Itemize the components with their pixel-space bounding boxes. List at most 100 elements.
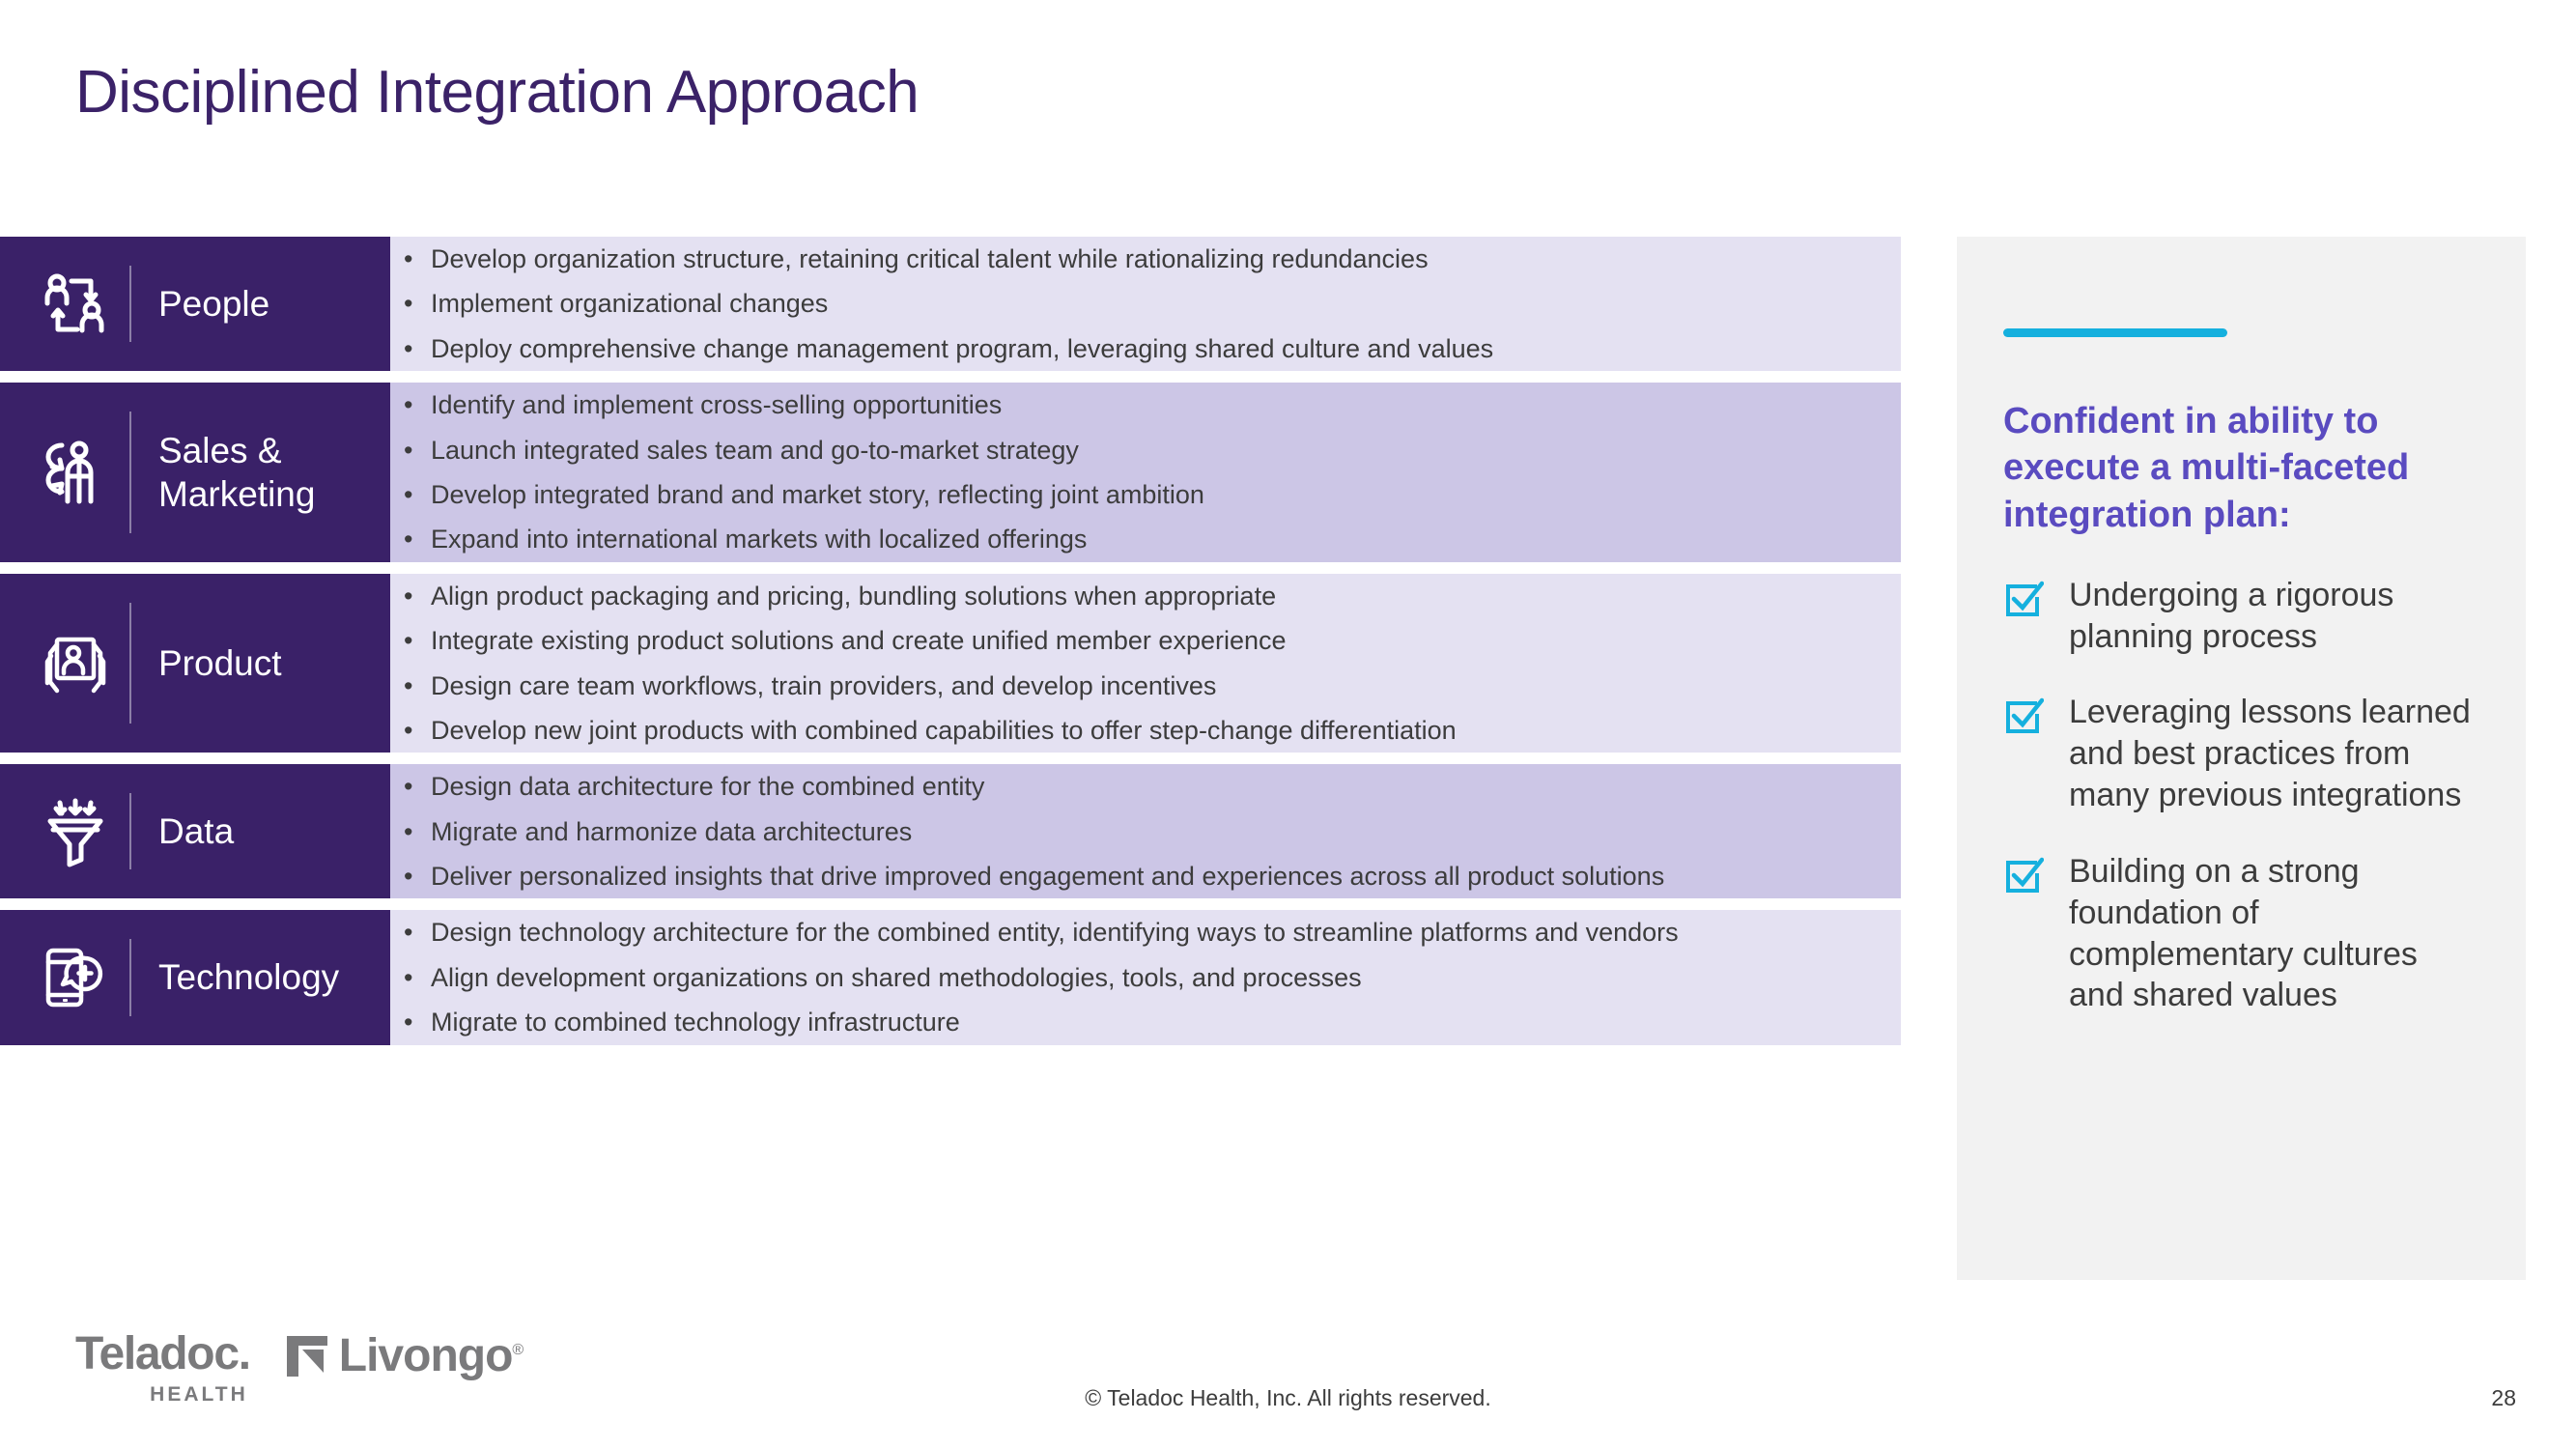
bullet-glyph: •: [404, 962, 413, 992]
list-item: • Develop integrated brand and market st…: [390, 472, 1874, 517]
workstream-label-text: Data: [158, 811, 235, 852]
list-item: • Migrate and harmonize data architectur…: [390, 810, 1874, 854]
list-item: • Migrate to combined technology infrast…: [390, 1000, 1874, 1044]
workstream-label-sales-marketing: Sales & Marketing: [0, 383, 390, 562]
workstream-bullets-sales-marketing: • Identify and implement cross-selling o…: [390, 383, 1901, 562]
sidebar-heading: Confident in ability to execute a multi-…: [2003, 401, 2410, 535]
workstream-bullets-data: • Design data architecture for the combi…: [390, 764, 1901, 899]
bullet-glyph: •: [404, 525, 413, 554]
bullet-text: Integrate existing product solutions and…: [431, 626, 1287, 656]
livongo-logo: Livongo®: [285, 1330, 524, 1381]
check-item-text: Building on a strong foundation of compl…: [2069, 852, 2418, 1014]
teladoc-wordmark: Teladoc.: [75, 1328, 251, 1379]
bullet-text: Develop integrated brand and market stor…: [431, 479, 1204, 509]
livongo-wordmark: Livongo®: [338, 1330, 524, 1381]
bullet-text: Design data architecture for the combine…: [431, 772, 985, 802]
livongo-wordmark-text: Livongo: [338, 1330, 514, 1381]
integration-workstream-list: People • Develop organization structure,…: [0, 237, 1901, 1057]
table-row: Sales & Marketing • Identify and implemen…: [0, 383, 1901, 562]
copyright-notice: © Teladoc Health, Inc. All rights reserv…: [1085, 1385, 1491, 1410]
hands-holding-screen-icon: [21, 627, 129, 700]
workstream-bullets-technology: • Design technology architecture for the…: [390, 910, 1901, 1045]
check-item-text: Leveraging lessons learned and best prac…: [2069, 694, 2471, 814]
bullet-text: Align product packaging and pricing, bun…: [431, 581, 1277, 611]
list-item: • Design data architecture for the combi…: [390, 764, 1874, 809]
workstream-label-text: Technology: [158, 957, 340, 998]
people-exchange-icon: [21, 268, 129, 341]
bullet-text: Migrate to combined technology infrastru…: [431, 1008, 960, 1037]
bullet-glyph: •: [404, 333, 413, 363]
table-row: Product • Align product packaging and pr…: [0, 573, 1901, 753]
bullet-glyph: •: [404, 289, 413, 319]
bullet-text: Align development organizations on share…: [431, 962, 1362, 992]
checkbox-checked-icon: [2003, 692, 2048, 738]
salesperson-dollar-icon: [21, 436, 129, 509]
bullet-glyph: •: [404, 435, 413, 465]
bullet-text: Launch integrated sales team and go-to-m…: [431, 435, 1079, 465]
checkbox-checked-icon: [2003, 575, 2048, 621]
bullet-text: Deliver personalized insights that drive…: [431, 862, 1665, 892]
list-item: • Expand into international markets with…: [390, 517, 1874, 561]
registered-mark-icon: ®: [512, 1342, 524, 1358]
bullet-text: Identify and implement cross-selling opp…: [431, 390, 1003, 420]
list-item: Undergoing a rigorous planning process: [2003, 575, 2479, 658]
bullet-glyph: •: [404, 479, 413, 509]
list-item: Leveraging lessons learned and best prac…: [2003, 692, 2479, 815]
workstream-bullets-product: • Align product packaging and pricing, b…: [390, 573, 1901, 753]
list-item: • Deliver personalized insights that dri…: [390, 854, 1874, 898]
bullet-glyph: •: [404, 816, 413, 846]
bullet-glyph: •: [404, 670, 413, 700]
bullet-text: Implement organizational changes: [431, 289, 829, 319]
bullet-glyph: •: [404, 772, 413, 802]
confidence-callout-panel: Confident in ability to execute a multi-…: [1957, 237, 2526, 1280]
bullet-text: Develop new joint products with combined…: [431, 715, 1457, 745]
accent-bar: [2003, 328, 2227, 337]
table-row: Data • Design data architecture for the …: [0, 764, 1901, 899]
list-item: • Integrate existing product solutions a…: [390, 618, 1874, 663]
bullet-glyph: •: [404, 244, 413, 273]
list-item: • Develop organization structure, retain…: [390, 237, 1874, 281]
bullet-glyph: •: [404, 390, 413, 420]
workstream-label-line2: Marketing: [158, 473, 316, 514]
list-item: • Implement organizational changes: [390, 281, 1874, 326]
list-item: • Design care team workflows, train prov…: [390, 664, 1874, 708]
bullet-glyph: •: [404, 581, 413, 611]
bullet-text: Design technology architecture for the c…: [431, 918, 1679, 948]
bullet-text: Design care team workflows, train provid…: [431, 670, 1217, 700]
workstream-label-technology: Technology: [0, 910, 390, 1045]
list-item: • Align product packaging and pricing, b…: [390, 574, 1874, 618]
workstream-label-text: People: [158, 284, 270, 325]
workstream-label-people: People: [0, 237, 390, 372]
list-item: • Design technology architecture for the…: [390, 910, 1874, 954]
workstream-label-data: Data: [0, 764, 390, 899]
bullet-glyph: •: [404, 715, 413, 745]
livongo-mark-icon: [285, 1334, 329, 1378]
page-title: Disciplined Integration Approach: [75, 59, 920, 126]
list-item: • Identify and implement cross-selling o…: [390, 383, 1874, 427]
workstream-label-product: Product: [0, 573, 390, 753]
bullet-text: Deploy comprehensive change management p…: [431, 333, 1494, 363]
bullet-text: Migrate and harmonize data architectures: [431, 816, 913, 846]
bullet-text: Expand into international markets with l…: [431, 525, 1088, 554]
bullet-text: Develop organization structure, retainin…: [431, 244, 1429, 273]
check-item-text: Undergoing a rigorous planning process: [2069, 576, 2394, 655]
workstream-label-text: Product: [158, 642, 282, 683]
list-item: Building on a strong foundation of compl…: [2003, 851, 2479, 1016]
list-item: • Launch integrated sales team and go-to…: [390, 428, 1874, 472]
table-row: People • Develop organization structure,…: [0, 237, 1901, 372]
list-item: • Deploy comprehensive change management…: [390, 327, 1874, 371]
workstream-bullets-people: • Develop organization structure, retain…: [390, 237, 1901, 372]
funnel-icon: [21, 795, 129, 868]
list-item: • Align development organizations on sha…: [390, 955, 1874, 1000]
page-number: 28: [2491, 1385, 2516, 1410]
bullet-glyph: •: [404, 918, 413, 948]
phone-medical-chat-icon: [21, 941, 129, 1014]
bullet-glyph: •: [404, 1008, 413, 1037]
bullet-glyph: •: [404, 862, 413, 892]
table-row: Technology • Design technology architect…: [0, 910, 1901, 1045]
workstream-label-text: Sales & Marketing: [131, 429, 390, 516]
bullet-glyph: •: [404, 626, 413, 656]
workstream-label-line1: Sales &: [158, 430, 282, 470]
checkbox-checked-icon: [2003, 851, 2048, 897]
list-item: • Develop new joint products with combin…: [390, 708, 1874, 753]
